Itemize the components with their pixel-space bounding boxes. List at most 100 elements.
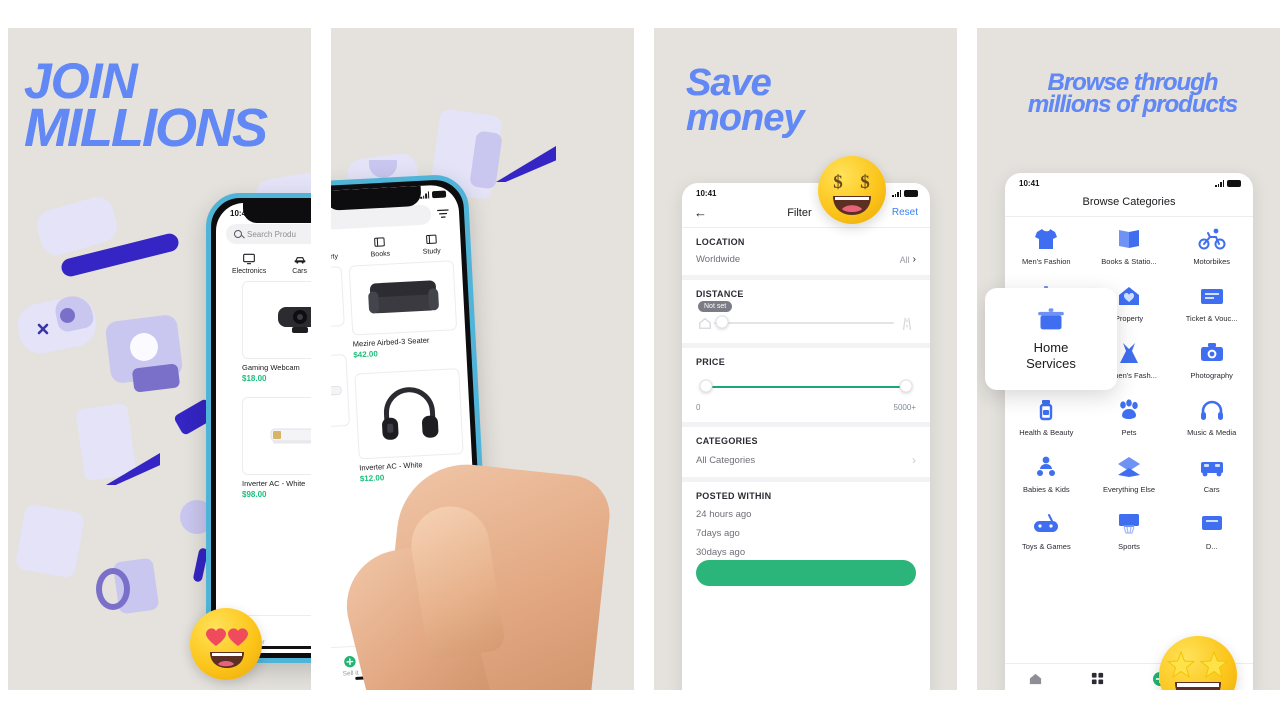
category-item-photography[interactable]: Photography [1170, 331, 1253, 388]
category-label: Pets [1121, 428, 1137, 437]
location-row[interactable]: Worldwide All › [696, 254, 916, 265]
status-bar: 10:41 [682, 183, 930, 200]
price-track[interactable] [706, 386, 906, 388]
decor-camera-body [131, 363, 181, 393]
category-label: Sports [1118, 542, 1140, 551]
screenshot-panel-browse-categories[interactable]: Browse through millions of products 10:4… [977, 28, 1280, 690]
distance-track[interactable] [714, 322, 894, 324]
heart-eyes-emoji-face [206, 628, 248, 668]
categories-row[interactable]: All Categories › [696, 453, 916, 467]
category-item-misc[interactable]: D... [1170, 502, 1253, 559]
category-tab-label: Property [331, 253, 339, 262]
status-indicators [1215, 180, 1241, 187]
product-price: $98.00 [242, 490, 267, 499]
category-item-health-beauty[interactable]: Health & Beauty [1005, 388, 1088, 445]
tab-sell[interactable]: Sell it [342, 654, 359, 677]
grid-icon[interactable] [1090, 671, 1105, 686]
air-conditioner-image [270, 428, 311, 444]
search-input[interactable]: Search Produ [226, 224, 311, 244]
chevron-right-icon: › [912, 254, 916, 265]
posted-option[interactable]: 30days ago [696, 539, 916, 558]
section-label: LOCATION [696, 237, 745, 247]
category-tab-study[interactable]: Study [422, 233, 441, 256]
phone-mockup: 10:41 Search Produ Electronics Cars Gami… [206, 193, 311, 663]
reset-button[interactable]: Reset [892, 207, 918, 218]
app-store-screenshot-gallery: JOIN MILLIONS 10:41 Search Produ Electro… [0, 0, 1280, 720]
decor-x-icon [36, 322, 49, 335]
status-time: 10:41 [1019, 179, 1040, 188]
product-card[interactable]: Inverter AC - White $98.00 [242, 397, 311, 499]
product-card[interactable]: Gaming Webcam $18.00 [242, 281, 311, 383]
filter-icon[interactable] [437, 207, 450, 220]
category-item-babies-kids[interactable]: Babies & Kids [1005, 445, 1088, 502]
home-icon[interactable] [1028, 671, 1043, 686]
category-item-cars[interactable]: Cars [1170, 445, 1253, 502]
category-tab-strip[interactable]: Electronics Cars [216, 246, 311, 281]
highlighted-category-card[interactable]: Home Services [985, 288, 1117, 390]
back-arrow-icon[interactable]: ← [694, 206, 707, 219]
category-label: Toys & Games [1021, 542, 1071, 551]
product-grid: Mezire Airbed-3 Seater $42.00 Inverter A… [331, 260, 473, 487]
category-tab-property[interactable]: Property [331, 238, 338, 261]
screenshot-panel-join-millions[interactable]: JOIN MILLIONS 10:41 Search Produ Electro… [8, 28, 311, 690]
ticket-icon [1200, 289, 1223, 304]
category-tab-cars[interactable]: Cars [292, 253, 307, 275]
product-image [354, 368, 464, 460]
headline-line-2: millions of products [1027, 91, 1238, 119]
svg-text:$: $ [833, 172, 843, 193]
money-mouth-emoji: $ $ [818, 156, 886, 224]
price-knob-min[interactable] [699, 379, 713, 393]
book-icon [1118, 230, 1139, 248]
product-card[interactable]: Mezire Airbed-3 Seater $42.00 [348, 260, 459, 360]
webcam-image [331, 285, 336, 308]
category-label: Cars [1203, 485, 1220, 494]
location-right: All › [900, 254, 916, 265]
screenshot-panel-browse-feed[interactable]: cts Property Books Study [331, 28, 634, 690]
star-struck-emoji-face [1166, 650, 1229, 690]
category-item-pets[interactable]: Pets [1088, 388, 1171, 445]
category-item-books[interactable]: Books & Statio... [1088, 217, 1171, 274]
tshirt-icon [1035, 229, 1058, 249]
battery-icon [431, 190, 447, 199]
category-item-tickets[interactable]: Ticket & Vouc... [1170, 274, 1253, 331]
headphones-image [381, 387, 438, 440]
posted-option[interactable]: 7days ago [696, 520, 916, 539]
category-item-mens-fashion[interactable]: Men's Fashion [1005, 217, 1088, 274]
pot-icon [1038, 308, 1064, 330]
category-label: Babies & Kids [1022, 485, 1070, 494]
signal-icon [1215, 180, 1224, 187]
price-slider[interactable] [696, 379, 916, 395]
distance-knob[interactable] [715, 315, 729, 329]
category-tab-label: Books [370, 250, 391, 259]
battery-icon [904, 190, 918, 197]
search-row[interactable]: Search Produ [216, 220, 311, 246]
category-item-toys-games[interactable]: Toys & Games [1005, 502, 1088, 559]
filter-section-price: PRICE 0 5000+ [682, 348, 930, 427]
product-column: Gaming Webcam $18.00 Inverter AC - White… [242, 281, 311, 499]
category-item-music-media[interactable]: Music & Media [1170, 388, 1253, 445]
air-conditioner-image [331, 385, 342, 397]
decor-arrow [496, 146, 556, 182]
motorbike-icon [1198, 228, 1226, 250]
category-tab-books[interactable]: Books [370, 236, 391, 259]
search-icon [234, 230, 242, 238]
category-item-motorbikes[interactable]: Motorbikes [1170, 217, 1253, 274]
car-icon [1200, 462, 1223, 477]
category-tab-electronics[interactable]: Electronics [232, 253, 266, 275]
house-heart-icon [1118, 287, 1139, 305]
filter-nav-bar: ← Filter Reset [682, 200, 930, 228]
distance-slider[interactable]: Not set [696, 301, 916, 333]
filter-section-location: LOCATION Worldwide All › [682, 228, 930, 280]
price-min-label: 0 [696, 403, 701, 412]
category-item-sports[interactable]: Sports [1088, 502, 1171, 559]
status-time: 10:41 [696, 189, 717, 198]
misc-icon [1201, 516, 1222, 530]
posted-option[interactable]: 24 hours ago [696, 501, 916, 520]
decor-dot [60, 308, 75, 323]
phone-mockup: 10:41 ← Filter Reset LOCATION Worldwide … [682, 183, 930, 690]
decor-camera-lens [130, 333, 158, 361]
apply-button[interactable] [696, 560, 916, 586]
category-item-everything-else[interactable]: Everything Else [1088, 445, 1171, 502]
price-knob-max[interactable] [899, 379, 913, 393]
screenshot-panel-save-money[interactable]: Save money 10:41 ← Filter Reset LOCATION… [654, 28, 957, 690]
